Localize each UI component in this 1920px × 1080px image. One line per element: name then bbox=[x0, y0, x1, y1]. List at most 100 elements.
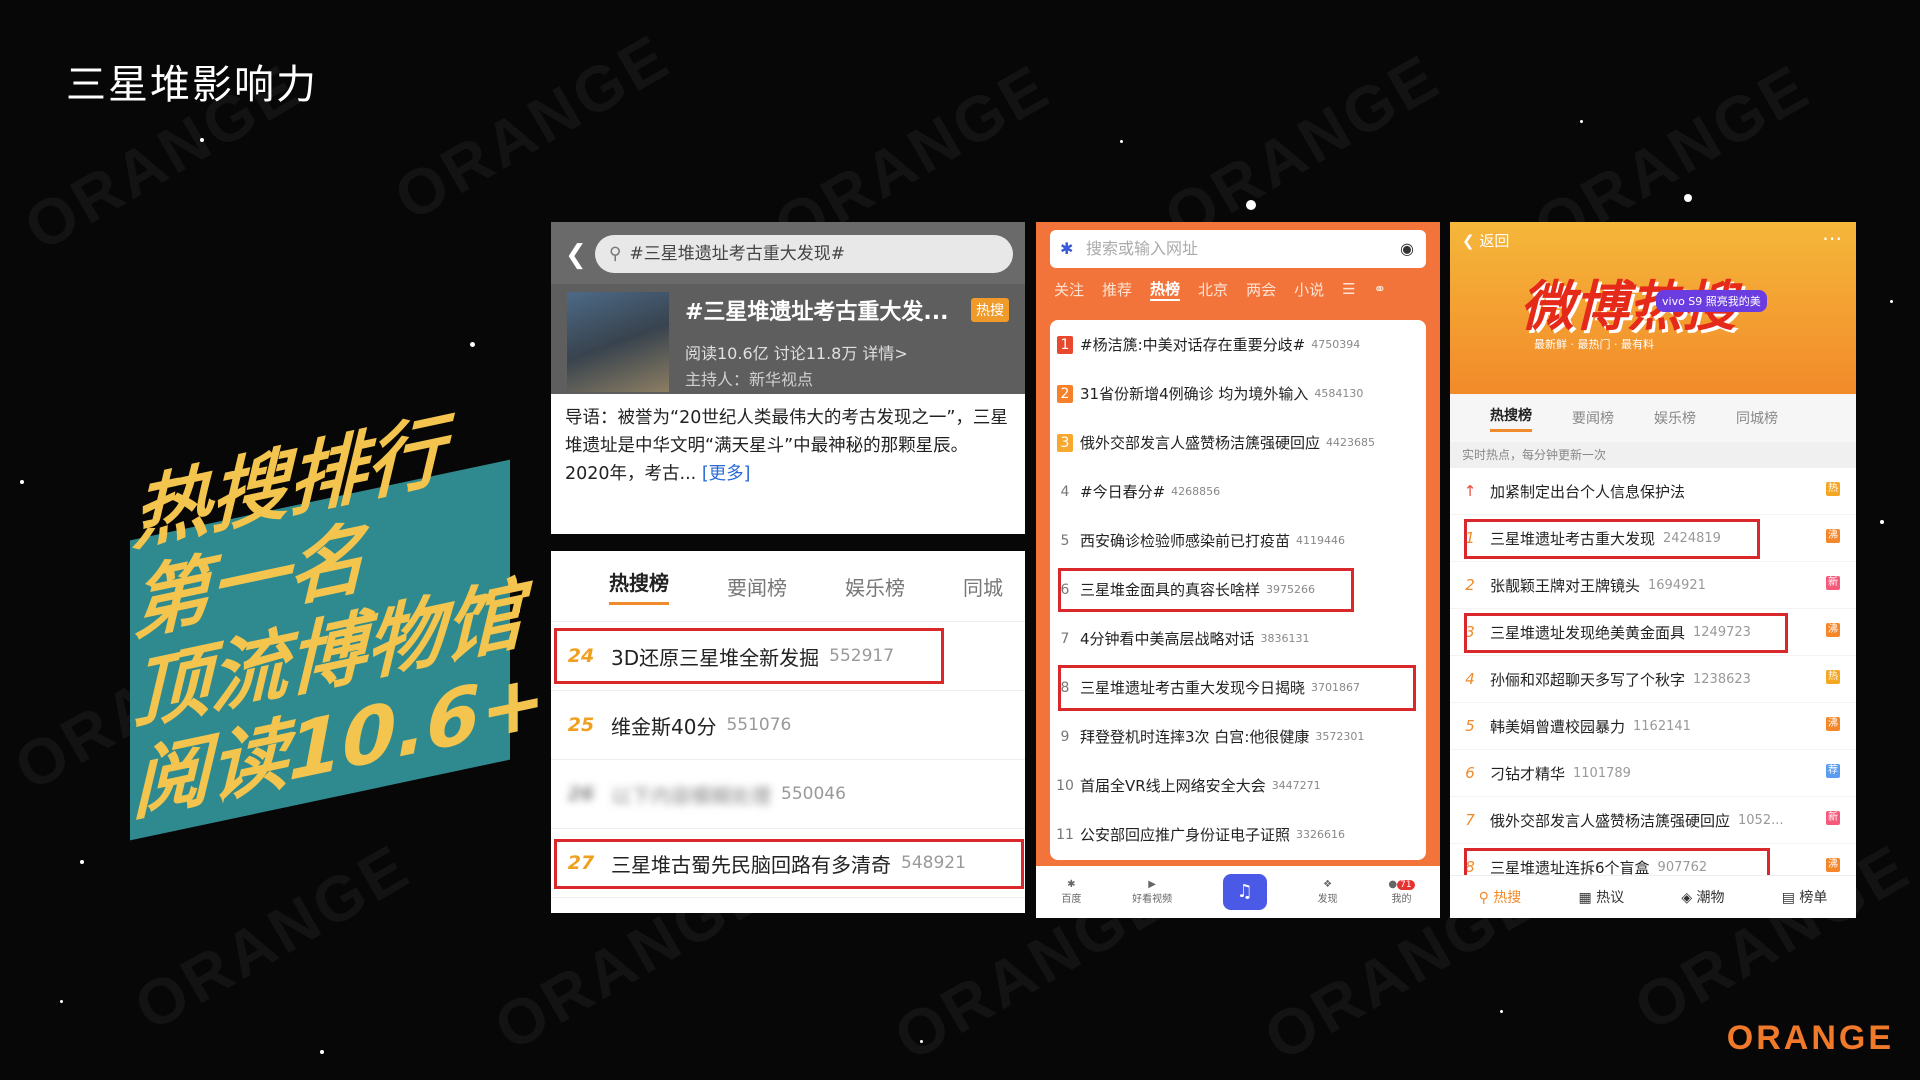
tab-entertainment[interactable]: 娱乐榜 bbox=[845, 572, 905, 601]
sponsor-badge: vivo S9 照亮我的美 bbox=[1656, 290, 1767, 312]
tab-entertainment[interactable]: 娱乐榜 bbox=[1654, 408, 1696, 428]
list-item[interactable]: 2 31省份新增4例确诊 均为境外输入 4584130 bbox=[1050, 369, 1426, 418]
status-badge: 沸 bbox=[1826, 858, 1840, 872]
back-button[interactable]: ❮ 返回 bbox=[1462, 230, 1509, 251]
list-item[interactable]: 10 首届全VR线上网络安全大会 3447271 bbox=[1050, 761, 1426, 810]
tab-local[interactable]: 同城 bbox=[963, 572, 1003, 601]
search-input[interactable]: ⚲ #三星堆遗址考古重大发现# bbox=[595, 235, 1013, 273]
nav-hot-search[interactable]: ⚲ 热搜 bbox=[1479, 887, 1522, 907]
nav-home[interactable]: ✱ 百度 bbox=[1061, 879, 1081, 905]
rank: 25 bbox=[567, 714, 595, 736]
weibo-hot-search-screenshot: ❮ 返回 ⋯ 微博热搜 vivo S9 照亮我的美 最新鲜 · 最热门 · 最有… bbox=[1450, 222, 1856, 918]
tab-hot-search[interactable]: 热搜榜 bbox=[1490, 405, 1532, 432]
item-count: 4268856 bbox=[1171, 485, 1221, 498]
nav-me[interactable]: ● 71 我的 bbox=[1388, 879, 1415, 905]
nav-trends[interactable]: ◈ 潮物 bbox=[1681, 887, 1724, 907]
tab-novel[interactable]: 小说 bbox=[1294, 279, 1324, 300]
list-item[interactable]: 3 俄外交部发言人盛赞杨洁篪强硬回应 4423685 bbox=[1050, 418, 1426, 467]
rank: 1 bbox=[1057, 335, 1073, 354]
list-item[interactable]: 7 4分钟看中美高层战略对话 3836131 bbox=[1050, 614, 1426, 663]
notification-badge: 71 bbox=[1397, 880, 1415, 890]
nav-label: 百度 bbox=[1061, 894, 1082, 905]
list-item[interactable]: 11 公安部回应推广身份证电子证照 3326616 bbox=[1050, 810, 1426, 859]
rank: 5 bbox=[1465, 717, 1475, 735]
list-item[interactable]: 1 三星堆遗址考古重大发现 2424819 沸 bbox=[1450, 515, 1856, 562]
item-count: 1052... bbox=[1738, 812, 1784, 828]
list-item[interactable]: 2 张靓颖王牌对王牌镜头 1694921 新 bbox=[1450, 562, 1856, 609]
voice-search-button[interactable]: ♫ bbox=[1222, 874, 1267, 910]
tab-follow[interactable]: 关注 bbox=[1054, 279, 1084, 300]
play-icon: ▶ bbox=[1148, 879, 1156, 890]
list-item[interactable]: 8 三星堆遗址考古重大发现今日揭晓 3701867 bbox=[1050, 663, 1426, 712]
item-title: 31省份新增4例确诊 均为境外输入 bbox=[1080, 385, 1309, 403]
topic-header: ❮ ⚲ #三星堆遗址考古重大发现# bbox=[551, 222, 1025, 284]
list-item[interactable]: 6 刁钻才精华 1101789 荐 bbox=[1450, 750, 1856, 797]
nav-discussion[interactable]: ▦ 热议 bbox=[1578, 887, 1624, 907]
microphone-icon: ♫ bbox=[1236, 881, 1253, 902]
weibo-hot-list-screenshot: 热搜榜 要闻榜 娱乐榜 同城 24 3D还原三星堆全新发掘 552917 25 … bbox=[551, 551, 1025, 913]
more-link[interactable]: [更多] bbox=[702, 464, 751, 484]
topic-host: 主持人：新华视点 bbox=[685, 370, 814, 389]
item-count: 3836131 bbox=[1260, 632, 1310, 645]
item-count: 3572301 bbox=[1315, 730, 1365, 743]
nav-charts[interactable]: ▤ 榜单 bbox=[1782, 887, 1828, 907]
tab-local[interactable]: 同城榜 bbox=[1736, 408, 1778, 428]
status-badge: 沸 bbox=[1826, 623, 1840, 637]
nav-discover[interactable]: ❖ 发现 bbox=[1318, 879, 1338, 905]
tab-beijing[interactable]: 北京 bbox=[1198, 279, 1228, 300]
list-item[interactable]: 26 以下内容模糊处理 550046 bbox=[551, 760, 1025, 829]
watermark: ORANGE bbox=[382, 19, 683, 235]
list-item[interactable]: 4 #今日春分# 4268856 bbox=[1050, 467, 1426, 516]
status-badge: 新 bbox=[1826, 576, 1840, 590]
topic-stats: 阅读10.6亿 讨论11.8万 详情> bbox=[685, 344, 908, 363]
baidu-hot-list-screenshot: ✱ 搜索或输入网址 ◉ 关注 推荐 热榜 北京 两会 小说 ☰ ⚭ 1 #杨洁篪:中… bbox=[1036, 222, 1440, 918]
tab-hot-search[interactable]: 热搜榜 bbox=[609, 567, 669, 605]
list-item[interactable]: 5 韩美娟曾遭校园暴力 1162141 沸 bbox=[1450, 703, 1856, 750]
item-title: 韩美娟曾遭校园暴力 bbox=[1490, 717, 1626, 736]
item-title: 首届全VR线上网络安全大会 bbox=[1080, 777, 1266, 795]
list-item[interactable]: 24 3D还原三星堆全新发掘 552917 bbox=[551, 622, 1025, 691]
headphones-icon[interactable]: ⚭ bbox=[1374, 280, 1387, 298]
brand-logo: ORANGE bbox=[1726, 1019, 1894, 1057]
tab-two-sessions[interactable]: 两会 bbox=[1246, 279, 1276, 300]
highlight-box bbox=[1464, 519, 1760, 559]
menu-icon[interactable]: ☰ bbox=[1342, 280, 1355, 298]
tab-news[interactable]: 要闻榜 bbox=[1572, 408, 1614, 428]
tab-news[interactable]: 要闻榜 bbox=[727, 572, 787, 601]
hot-search-list: ↑ 加紧制定出台个人信息保护法热 1 三星堆遗址考古重大发现 2424819 沸 2 张靓颖王… bbox=[1450, 468, 1856, 891]
item-count: 1694921 bbox=[1648, 577, 1706, 593]
compass-icon: ❖ bbox=[1323, 879, 1333, 890]
nav-label: 潮物 bbox=[1696, 890, 1725, 906]
back-arrow-icon[interactable]: ❮ bbox=[565, 240, 587, 270]
tab-hot[interactable]: 热榜 bbox=[1150, 278, 1181, 301]
item-count: 1101789 bbox=[1573, 765, 1631, 781]
rank: 26 bbox=[567, 783, 595, 805]
item-title: 俄外交部发言人盛赞杨洁篪强硬回应 bbox=[1080, 434, 1321, 452]
list-item[interactable]: 9 拜登登机时连摔3次 白宫:他很健康 3572301 bbox=[1050, 712, 1426, 761]
hot-list: 1 #杨洁篪:中美对话存在重要分歧# 4750394 2 31省份新增4例确诊 均为境… bbox=[1050, 320, 1426, 860]
rank: 7 bbox=[1465, 811, 1475, 829]
topic-card[interactable]: #三星堆遗址考古重大发... 热搜 阅读10.6亿 讨论11.8万 详情> 主持… bbox=[551, 284, 1025, 394]
search-input[interactable]: ✱ 搜索或输入网址 ◉ bbox=[1050, 230, 1426, 268]
back-label: 返回 bbox=[1479, 232, 1510, 250]
search-query: #三星堆遗址考古重大发现# bbox=[629, 244, 845, 264]
list-item[interactable]: 7 俄外交部发言人盛赞杨洁篪强硬回应 1052... 新 bbox=[1450, 797, 1856, 844]
list-item[interactable]: 1 #杨洁篪:中美对话存在重要分歧# 4750394 bbox=[1050, 320, 1426, 369]
hot-search-banner: ❮ 返回 ⋯ 微博热搜 vivo S9 照亮我的美 最新鲜 · 最热门 · 最有… bbox=[1450, 222, 1856, 394]
tab-recommend[interactable]: 推荐 bbox=[1102, 279, 1132, 300]
nav-label: 热议 bbox=[1596, 890, 1625, 906]
list-item[interactable]: 27 三星堆古蜀先民脑回路有多清奇 548921 bbox=[551, 829, 1025, 898]
rank: 5 bbox=[1060, 532, 1070, 549]
list-item[interactable]: ↑ 加紧制定出台个人信息保护法 热 bbox=[1450, 468, 1856, 515]
list-item[interactable]: 6 三星堆金面具的真容长啥样 3975266 bbox=[1050, 565, 1426, 614]
camera-icon[interactable]: ◉ bbox=[1400, 230, 1414, 268]
item-title: 刁钻才精华 bbox=[1490, 764, 1566, 783]
highlight-box bbox=[554, 628, 944, 684]
list-item[interactable]: 4 孙俪和邓超聊天多写了个秋字 1238623 热 bbox=[1450, 656, 1856, 703]
nav-video[interactable]: ▶ 好看视频 bbox=[1132, 879, 1172, 905]
list-item[interactable]: 25 维金斯40分 551076 bbox=[551, 691, 1025, 760]
more-icon[interactable]: ⋯ bbox=[1822, 226, 1842, 250]
slogan: 最新鲜 · 最热门 · 最有料 bbox=[1534, 338, 1654, 351]
list-item[interactable]: 5 西安确诊检验师感染前已打疫苗 4119446 bbox=[1050, 516, 1426, 565]
list-item[interactable]: 3 三星堆遗址发现绝美黄金面具 1249723 沸 bbox=[1450, 609, 1856, 656]
